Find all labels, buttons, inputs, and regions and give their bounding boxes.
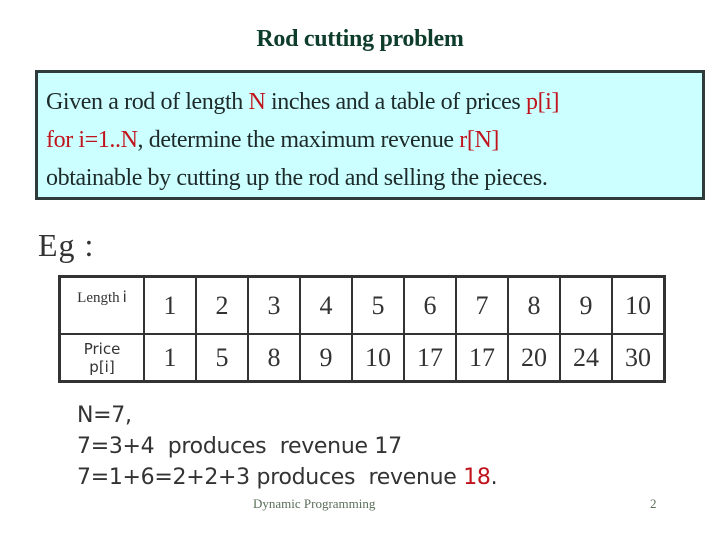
price-cell: 24 [559, 333, 613, 383]
example-line-2: 7=3+4 produces revenue 17 [77, 434, 402, 459]
example-line-3: 7=1+6=2+2+3 produces revenue 18. [77, 462, 498, 493]
price-cell: 9 [299, 333, 353, 383]
length-cell: 2 [195, 275, 249, 335]
page-number: 2 [650, 496, 657, 511]
length-cell: 1 [143, 275, 197, 335]
price-cell: 30 [611, 333, 666, 383]
example-text-part: 7=1+6=2+2+3 produces revenue [77, 465, 464, 490]
definition-line-3: obtainable by cutting up the rod and sel… [46, 165, 548, 191]
highlight-range: for i=1..N [46, 127, 138, 153]
price-var: p[i] [89, 357, 115, 376]
definition-line-1: Given a rod of length N inches and a tab… [46, 83, 702, 121]
length-cell: 5 [351, 275, 405, 335]
price-cell: 17 [455, 333, 509, 383]
price-cell: 1 [143, 333, 197, 383]
example-label: Eg : [38, 227, 95, 263]
length-cell: 9 [559, 275, 613, 335]
price-cell: 10 [351, 333, 405, 383]
length-cell: 4 [299, 275, 353, 335]
definition-text: Given a rod of length [46, 89, 249, 115]
length-cell: 10 [611, 275, 666, 335]
price-row: Price p[i] 1 5 8 9 10 17 17 20 24 30 [58, 333, 666, 383]
definition-text: , determine the maximum revenue [137, 127, 460, 153]
length-header: Length i [58, 275, 145, 335]
problem-definition-box: Given a rod of length N inches and a tab… [35, 70, 705, 200]
slide-title: Rod cutting problem [256, 26, 464, 52]
price-cell: 8 [247, 333, 301, 383]
definition-text: inches and a table of prices [265, 89, 526, 115]
example-text-part: . [490, 465, 498, 490]
price-table: Length i 1 2 3 4 5 6 7 8 9 10 Price p[i] 1 5 8 9 10 17 17… [58, 275, 666, 383]
price-cell: 20 [507, 333, 561, 383]
footer-text: Dynamic Programming [253, 496, 376, 511]
optimal-revenue: 18 [463, 465, 491, 490]
length-cell: 8 [507, 275, 561, 335]
length-cell: 7 [455, 275, 509, 335]
example-line-1: N=7, [77, 403, 132, 428]
highlight-revenue: r[N] [459, 127, 499, 153]
length-label: Length [77, 290, 120, 306]
length-row: Length i 1 2 3 4 5 6 7 8 9 10 [58, 275, 666, 335]
length-cell: 6 [403, 275, 457, 335]
price-cell: 17 [403, 333, 457, 383]
example-text: N=7, 7=3+4 produces revenue 17 7=1+6=2+2… [77, 400, 498, 493]
price-cell: 5 [195, 333, 249, 383]
highlight-N: N [248, 89, 266, 115]
length-cell: 3 [247, 275, 301, 335]
definition-line-2: for i=1..N, determine the maximum revenu… [46, 121, 702, 159]
price-header: Price p[i] [58, 333, 145, 383]
length-var: i [122, 288, 127, 306]
highlight-price: p[i] [525, 89, 560, 115]
price-label: Price [83, 339, 121, 358]
